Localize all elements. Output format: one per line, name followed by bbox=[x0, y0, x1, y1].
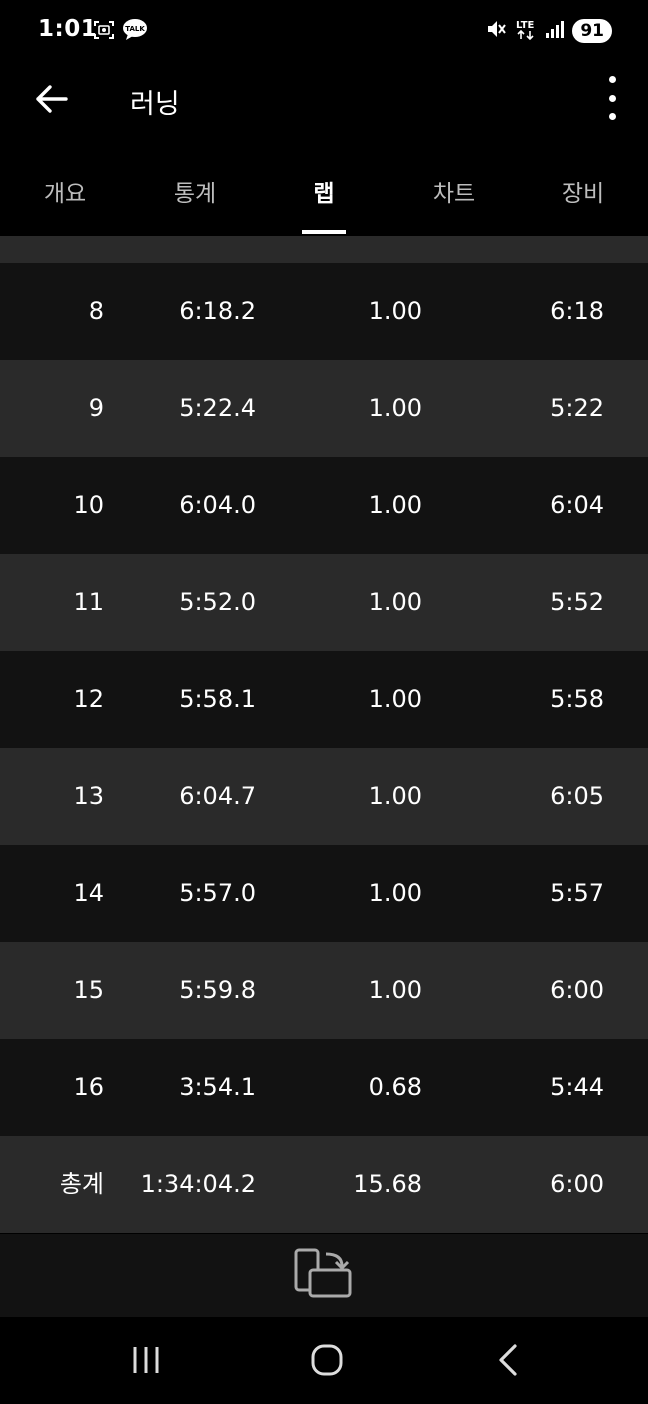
lap-pace: 6:00 bbox=[550, 976, 604, 1004]
table-row: 14 5:57.0 1.00 5:57 bbox=[0, 845, 648, 942]
svg-text:TALK: TALK bbox=[125, 25, 145, 33]
svg-text:LTE: LTE bbox=[516, 20, 535, 31]
tab-gear[interactable]: 장비 bbox=[518, 174, 648, 208]
lap-time: 5:57.0 bbox=[179, 879, 256, 907]
lap-time: 5:58.1 bbox=[179, 685, 256, 713]
table-row: 16 3:54.1 0.68 5:44 bbox=[0, 1039, 648, 1136]
arrow-left-icon bbox=[36, 85, 68, 113]
talk-chat-icon: TALK bbox=[122, 18, 148, 46]
more-vert-icon-dot bbox=[608, 76, 616, 83]
lap-pace: 5:52 bbox=[550, 588, 604, 616]
total-label: 총계 bbox=[59, 1170, 104, 1198]
lap-pace: 6:18 bbox=[550, 297, 604, 325]
more-vert-icon-dot bbox=[608, 113, 616, 120]
recents-icon bbox=[133, 1347, 159, 1373]
lap-distance: 1.00 bbox=[368, 297, 422, 325]
more-vert-icon-dot bbox=[608, 94, 616, 102]
chevron-left-icon bbox=[499, 1344, 517, 1376]
lap-number: 10 bbox=[73, 491, 104, 519]
signal-icon bbox=[545, 19, 565, 43]
total-pace: 6:00 bbox=[550, 1170, 604, 1198]
rotate-bar bbox=[0, 1234, 648, 1317]
lap-distance: 0.68 bbox=[368, 1073, 422, 1101]
tab-stats[interactable]: 통계 bbox=[130, 174, 260, 208]
status-right-icons: LTE 91 bbox=[485, 17, 612, 45]
lap-distance: 1.00 bbox=[368, 394, 422, 422]
lap-time: 6:04.0 bbox=[179, 491, 256, 519]
table-row-total: 총계 1:34:04.2 15.68 6:00 bbox=[0, 1136, 648, 1233]
lap-time: 5:52.0 bbox=[179, 588, 256, 616]
more-options-button[interactable] bbox=[600, 76, 624, 120]
table-row: 8 6:18.2 1.00 6:18 bbox=[0, 263, 648, 360]
total-distance: 15.68 bbox=[353, 1170, 422, 1198]
lap-distance: 1.00 bbox=[368, 879, 422, 907]
tab-laps[interactable]: 랩 bbox=[259, 174, 389, 208]
lap-time: 3:54.1 bbox=[179, 1073, 256, 1101]
table-row: 13 6:04.7 1.00 6:05 bbox=[0, 748, 648, 845]
table-row: 12 5:58.1 1.00 5:58 bbox=[0, 651, 648, 748]
tab-charts[interactable]: 차트 bbox=[389, 174, 519, 208]
lap-pace: 5:22 bbox=[550, 394, 604, 422]
table-row: 10 6:04.0 1.00 6:04 bbox=[0, 457, 648, 554]
lap-distance: 1.00 bbox=[368, 588, 422, 616]
home-button[interactable] bbox=[297, 1335, 357, 1385]
lap-number: 13 bbox=[73, 782, 104, 810]
tab-bar: 개요 통계 랩 차트 장비 bbox=[0, 136, 648, 236]
screenshot-icon bbox=[92, 18, 116, 46]
lap-distance: 1.00 bbox=[368, 685, 422, 713]
tab-overview[interactable]: 개요 bbox=[0, 174, 130, 208]
screen-rotation-icon bbox=[294, 1248, 352, 1298]
nav-back-button[interactable] bbox=[478, 1335, 538, 1385]
lap-time: 5:22.4 bbox=[179, 394, 256, 422]
lap-pace: 6:04 bbox=[550, 491, 604, 519]
table-row-partial bbox=[0, 236, 648, 263]
lap-number: 16 bbox=[73, 1073, 104, 1101]
total-time: 1:34:04.2 bbox=[140, 1170, 256, 1198]
back-button[interactable] bbox=[30, 79, 72, 119]
rotate-screen-button[interactable] bbox=[290, 1246, 356, 1306]
lap-number: 14 bbox=[73, 879, 104, 907]
recent-apps-button[interactable] bbox=[116, 1335, 176, 1385]
status-time: 1:01 bbox=[38, 16, 98, 42]
lap-time: 5:59.8 bbox=[179, 976, 256, 1004]
lte-icon: LTE bbox=[514, 17, 538, 45]
lap-number: 11 bbox=[73, 588, 104, 616]
lap-number: 9 bbox=[88, 394, 104, 422]
lap-number: 15 bbox=[73, 976, 104, 1004]
lap-number: 12 bbox=[73, 685, 104, 713]
lap-distance: 1.00 bbox=[368, 976, 422, 1004]
home-icon bbox=[311, 1344, 343, 1376]
page-title: 러닝 bbox=[130, 89, 180, 120]
lap-time: 6:04.7 bbox=[179, 782, 256, 810]
active-tab-indicator bbox=[302, 230, 346, 234]
battery-indicator: 91 bbox=[572, 19, 612, 43]
lap-pace: 5:44 bbox=[550, 1073, 604, 1101]
lap-distance: 1.00 bbox=[368, 491, 422, 519]
status-left-icons: TALK bbox=[92, 18, 148, 46]
table-row: 11 5:52.0 1.00 5:52 bbox=[0, 554, 648, 651]
lap-distance: 1.00 bbox=[368, 782, 422, 810]
status-bar: 1:01 TALK LTE 91 bbox=[0, 0, 648, 62]
system-nav-bar bbox=[0, 1317, 648, 1404]
laps-table[interactable]: 8 6:18.2 1.00 6:18 9 5:22.4 1.00 5:22 10… bbox=[0, 236, 648, 1233]
app-bar: 러닝 bbox=[0, 62, 648, 136]
lap-pace: 5:57 bbox=[550, 879, 604, 907]
lap-time: 6:18.2 bbox=[179, 297, 256, 325]
lap-number: 8 bbox=[88, 297, 104, 325]
lap-pace: 5:58 bbox=[550, 685, 604, 713]
lap-pace: 6:05 bbox=[550, 782, 604, 810]
table-row: 9 5:22.4 1.00 5:22 bbox=[0, 360, 648, 457]
mute-icon bbox=[485, 18, 507, 44]
table-row: 15 5:59.8 1.00 6:00 bbox=[0, 942, 648, 1039]
